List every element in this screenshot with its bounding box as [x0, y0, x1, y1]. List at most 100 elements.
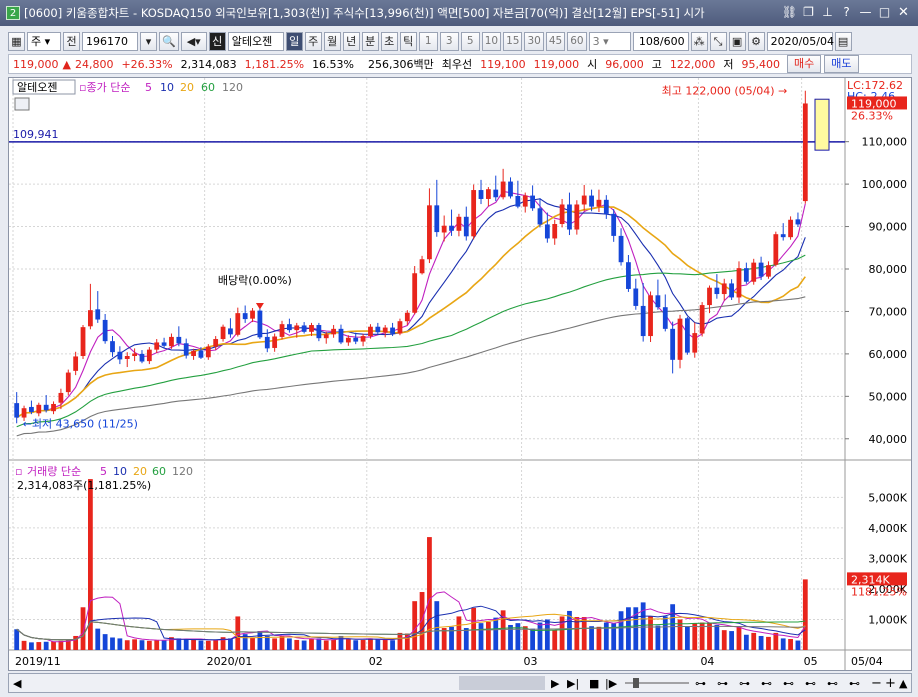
volume-bar[interactable] — [441, 628, 447, 650]
volume-bar[interactable] — [427, 537, 432, 650]
candle-body[interactable] — [559, 204, 565, 225]
volume-bar[interactable] — [515, 623, 521, 650]
candle-body[interactable] — [648, 295, 653, 337]
volume-bar[interactable] — [272, 638, 278, 650]
volume-bar[interactable] — [309, 639, 314, 650]
volume-bar[interactable] — [316, 638, 322, 650]
link-icon[interactable]: ⛓ — [781, 5, 798, 21]
settings-icon[interactable]: ⚙ — [747, 31, 765, 51]
candle-body[interactable] — [87, 310, 93, 327]
candle-body[interactable] — [404, 312, 410, 322]
volume-bar[interactable] — [301, 640, 307, 650]
candle-body[interactable] — [169, 336, 174, 347]
candle-body[interactable] — [183, 343, 189, 356]
volume-bar[interactable] — [198, 640, 204, 650]
volume-bar[interactable] — [250, 637, 255, 650]
candle-body[interactable] — [522, 195, 528, 207]
period-year[interactable]: 년 — [342, 31, 360, 51]
candle-body[interactable] — [412, 273, 418, 313]
volume-bar[interactable] — [802, 579, 808, 650]
candle-body[interactable] — [161, 342, 167, 346]
scroll-right-icon[interactable]: ▶ — [551, 677, 560, 690]
candle-body[interactable] — [51, 403, 56, 412]
volume-bar[interactable] — [117, 638, 123, 650]
volume-bar[interactable] — [397, 632, 403, 650]
prev-button[interactable]: 전 — [63, 31, 80, 51]
volume-bar[interactable] — [382, 639, 388, 650]
candle-body[interactable] — [633, 288, 639, 306]
chart-area[interactable]: 110,000 100,000 90,000 80,000 70,000 60,000 50… — [8, 77, 912, 671]
volume-bar[interactable] — [43, 641, 49, 650]
candle-body[interactable] — [773, 234, 779, 265]
candle-body[interactable] — [117, 351, 123, 360]
volume-bar[interactable] — [58, 640, 64, 650]
tool-icon-5[interactable]: ⊷ — [783, 677, 794, 690]
pin-icon[interactable]: ⊥ — [819, 5, 836, 21]
interval-60[interactable]: 60 — [567, 31, 587, 51]
volume-bar[interactable] — [780, 638, 786, 650]
candle-body[interactable] — [272, 336, 278, 348]
maximize-icon[interactable]: □ — [876, 5, 893, 21]
volume-bar[interactable] — [345, 639, 351, 650]
candle-body[interactable] — [707, 287, 712, 306]
candle-body[interactable] — [677, 318, 683, 360]
candle-body[interactable] — [485, 189, 491, 199]
volume-bar[interactable] — [102, 634, 108, 650]
candle-body[interactable] — [419, 259, 425, 274]
volume-bar[interactable] — [758, 635, 764, 650]
volume-bar[interactable] — [95, 628, 101, 650]
candle-body[interactable] — [581, 195, 587, 205]
volume-bar[interactable] — [412, 601, 418, 650]
candle-body[interactable] — [264, 336, 270, 349]
volume-bar[interactable] — [537, 622, 543, 650]
volume-bar[interactable] — [552, 630, 558, 650]
volume-bar[interactable] — [132, 639, 138, 650]
scroll-bar[interactable]: ◀ ▶ ▶| ■ |▶ ⊶ ⊶ ⊶ ⊷ ⊷ ⊷ ⊷ ⊷ − + ▲ — [8, 673, 912, 693]
volume-bar[interactable] — [478, 623, 484, 650]
candle-body[interactable] — [780, 234, 786, 238]
candle-body[interactable] — [611, 213, 617, 236]
save-icon[interactable]: ▣ — [728, 31, 746, 51]
interval-30[interactable]: 30 — [524, 31, 544, 51]
candle-body[interactable] — [589, 195, 594, 207]
date-input[interactable]: 2020/05/04 — [766, 31, 834, 51]
volume-bar[interactable] — [139, 640, 145, 650]
candle-body[interactable] — [736, 268, 742, 298]
scroll-thumb[interactable] — [459, 676, 545, 690]
candle-body[interactable] — [463, 216, 469, 237]
code-dropdown-icon[interactable]: ▾ — [140, 31, 157, 51]
volume-bar[interactable] — [655, 625, 661, 650]
restore-icon[interactable]: ❐ — [800, 5, 817, 21]
volume-bar[interactable] — [235, 616, 241, 650]
volume-bar[interactable] — [434, 601, 440, 650]
candle-body[interactable] — [721, 283, 727, 295]
volume-bar[interactable] — [736, 626, 742, 650]
volume-bar[interactable] — [146, 640, 152, 650]
candle-body[interactable] — [338, 328, 344, 343]
volume-bar[interactable] — [286, 638, 292, 650]
candle-body[interactable] — [279, 324, 285, 337]
volume-bar[interactable] — [176, 638, 182, 650]
candle-body[interactable] — [493, 189, 499, 198]
candle-body[interactable] — [124, 356, 130, 359]
grid-menu-icon[interactable]: ▦ — [8, 31, 25, 51]
sell-button[interactable]: 매도 — [824, 55, 859, 73]
volume-bar[interactable] — [456, 616, 462, 650]
candle-body[interactable] — [110, 341, 115, 353]
zoom-in-icon[interactable]: ⁂ — [690, 31, 708, 51]
volume-bar[interactable] — [205, 640, 211, 650]
candle-body[interactable] — [154, 342, 160, 350]
volume-bar[interactable] — [368, 638, 373, 650]
volume-bar[interactable] — [323, 640, 329, 650]
interval-custom[interactable]: 3 ▾ — [588, 31, 631, 51]
volume-bar[interactable] — [21, 640, 27, 650]
candle-body[interactable] — [228, 328, 233, 335]
volume-bar[interactable] — [124, 640, 130, 650]
candle-body[interactable] — [191, 350, 196, 357]
candle-body[interactable] — [500, 181, 506, 198]
volume-bar[interactable] — [29, 642, 34, 650]
volume-bar[interactable] — [338, 635, 344, 650]
volume-bar[interactable] — [788, 639, 793, 650]
volume-bar[interactable] — [360, 639, 366, 650]
candle-body[interactable] — [242, 313, 248, 320]
